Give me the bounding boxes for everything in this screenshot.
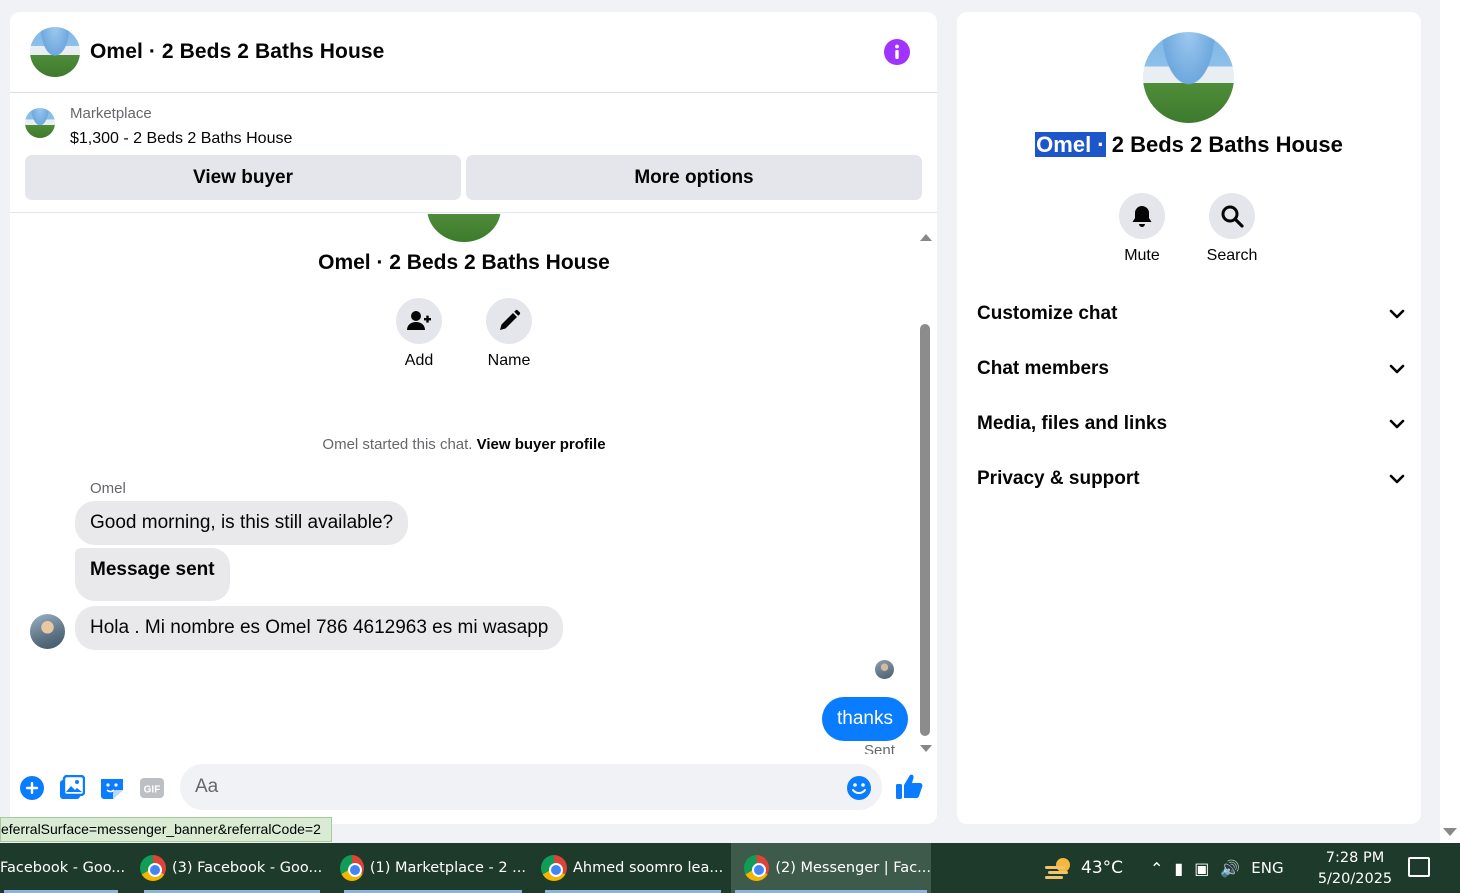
section-label: Customize chat	[977, 303, 1118, 324]
weather-haze-icon	[1045, 858, 1070, 879]
task-label: (2) Messenger | Fac...	[775, 860, 931, 876]
emoji-icon[interactable]	[846, 775, 872, 801]
taskbar-item[interactable]: Facebook - Goo...	[0, 843, 126, 893]
system-tray: ⌃ ▮ ▣ 🔊 ENG	[1150, 843, 1284, 893]
conversation-info-panel: Omel · 2 Beds 2 Baths House Mute Search …	[957, 12, 1421, 824]
view-buyer-profile-link[interactable]: View buyer profile	[477, 436, 606, 453]
search-icon	[1221, 205, 1244, 228]
chrome-icon	[340, 855, 364, 881]
notification-icon[interactable]	[1408, 857, 1430, 877]
incoming-message[interactable]: Message sent	[75, 548, 230, 601]
marketplace-label: Marketplace	[70, 105, 152, 122]
sender-name: Omel	[90, 480, 126, 497]
marketplace-banner: Marketplace $1,300 - 2 Beds 2 Baths Hous…	[10, 94, 937, 213]
incoming-message[interactable]: Hola . Mi nombre es Omel 786 4612963 es …	[75, 606, 564, 650]
section-privacy-support[interactable]: Privacy & support	[977, 459, 1405, 499]
chevron-down-icon	[1389, 364, 1405, 374]
info-avatar[interactable]	[1143, 32, 1234, 123]
section-label: Chat members	[977, 358, 1109, 379]
bell-icon	[1132, 206, 1152, 227]
more-options-button[interactable]: More options	[466, 155, 922, 200]
scroll-up-arrow[interactable]	[920, 234, 932, 241]
task-label: (1) Marketplace - 2 ...	[369, 860, 526, 876]
chat-started-notice: Omel started this chat. View buyer profi…	[10, 436, 918, 453]
task-label: Facebook - Goo...	[0, 860, 126, 876]
chevron-down-icon	[1389, 474, 1405, 484]
task-label: Ahmed soomro lea...	[573, 860, 724, 876]
battery-icon[interactable]: ▮	[1174, 859, 1183, 878]
add-people-button[interactable]: Add	[379, 298, 459, 370]
mute-label: Mute	[1124, 247, 1160, 264]
plus-icon[interactable]	[18, 774, 46, 802]
listing-thumbnail[interactable]	[25, 108, 55, 138]
chrome-icon	[744, 855, 770, 881]
task-label: (3) Facebook - Goo...	[172, 860, 323, 876]
section-chat-members[interactable]: Chat members	[977, 349, 1405, 389]
time: 7:28 PM	[1325, 850, 1385, 866]
svg-text:GIF: GIF	[144, 785, 161, 796]
message-scrollbar[interactable]	[920, 234, 932, 754]
windows-taskbar: Facebook - Goo... (3) Facebook - Goo... …	[0, 843, 1460, 893]
outgoing-message[interactable]: thanks	[822, 697, 908, 741]
chat-header: Omel · 2 Beds 2 Baths House	[10, 12, 937, 93]
conversation-title: Omel · 2 Beds 2 Baths House	[318, 251, 610, 274]
meet-icon[interactable]: ▣	[1194, 859, 1209, 878]
name-chat-button[interactable]: Name	[469, 298, 549, 370]
started-text: Omel started this chat.	[322, 436, 473, 453]
taskbar-item-active[interactable]: (2) Messenger | Fac...	[731, 843, 931, 893]
view-buyer-button[interactable]: View buyer	[25, 155, 461, 200]
gif-icon[interactable]: GIF	[138, 774, 166, 802]
mute-button[interactable]: Mute	[1102, 193, 1182, 265]
taskbar-item[interactable]: (1) Marketplace - 2 ...	[340, 843, 526, 893]
sender-avatar[interactable]	[30, 614, 65, 649]
message-composer: GIF	[10, 754, 937, 824]
temperature: 43°C	[1081, 858, 1124, 878]
info-icon[interactable]	[884, 39, 910, 65]
scroll-thumb[interactable]	[920, 324, 930, 736]
section-media-files-links[interactable]: Media, files and links	[977, 404, 1405, 444]
search-button[interactable]: Search	[1192, 193, 1272, 265]
seen-by-avatar	[875, 660, 894, 679]
section-label: Privacy & support	[977, 468, 1140, 489]
taskbar-item[interactable]: (3) Facebook - Goo...	[140, 843, 324, 893]
chat-avatar[interactable]	[30, 27, 80, 77]
sent-status: Sent	[864, 742, 895, 754]
date: 5/20/2025	[1317, 871, 1393, 887]
chevron-down-icon	[1389, 419, 1405, 429]
thumbs-up-icon[interactable]	[894, 772, 924, 802]
add-person-icon	[407, 311, 431, 330]
incoming-message[interactable]: Good morning, is this still available?	[75, 501, 409, 545]
taskbar-item[interactable]: Ahmed soomro lea...	[541, 843, 725, 893]
sticker-icon[interactable]	[98, 774, 126, 802]
chevron-up-icon[interactable]: ⌃	[1150, 859, 1163, 878]
info-title: Omel · 2 Beds 2 Baths House	[957, 132, 1421, 158]
listing-title[interactable]: $1,300 - 2 Beds 2 Baths House	[70, 130, 292, 148]
add-label: Add	[404, 352, 434, 369]
chrome-icon	[140, 855, 166, 881]
scroll-down-arrow[interactable]	[920, 745, 932, 752]
message-list[interactable]: Omel · 2 Beds 2 Baths House Add Name Ome…	[10, 214, 937, 754]
page-scrollbar-track[interactable]	[1440, 0, 1460, 843]
chat-panel: Omel · 2 Beds 2 Baths House Marketplace …	[10, 12, 937, 824]
info-title-rest: 2 Beds 2 Baths House	[1105, 132, 1343, 157]
link-status-bar: eferralSurface=messenger_banner&referral…	[0, 817, 332, 842]
pencil-icon	[500, 309, 521, 330]
selected-text: Omel ·	[1035, 132, 1106, 157]
conversation-avatar	[427, 214, 501, 242]
section-customize-chat[interactable]: Customize chat	[977, 294, 1405, 334]
speaker-icon[interactable]: 🔊	[1220, 859, 1240, 878]
photo-icon[interactable]	[58, 774, 86, 802]
language-indicator[interactable]: ENG	[1251, 859, 1283, 877]
weather-widget[interactable]: 43°C	[1043, 843, 1123, 893]
chrome-icon	[541, 855, 567, 881]
clock[interactable]: 7:28 PM 5/20/2025	[1310, 848, 1400, 890]
page-scroll-down-arrow[interactable]	[1443, 828, 1457, 836]
chevron-down-icon	[1389, 309, 1405, 319]
chat-title[interactable]: Omel · 2 Beds 2 Baths House	[90, 40, 384, 64]
section-label: Media, files and links	[977, 413, 1168, 434]
search-label: Search	[1206, 247, 1258, 264]
name-label: Name	[487, 352, 531, 369]
message-input[interactable]	[180, 764, 882, 810]
